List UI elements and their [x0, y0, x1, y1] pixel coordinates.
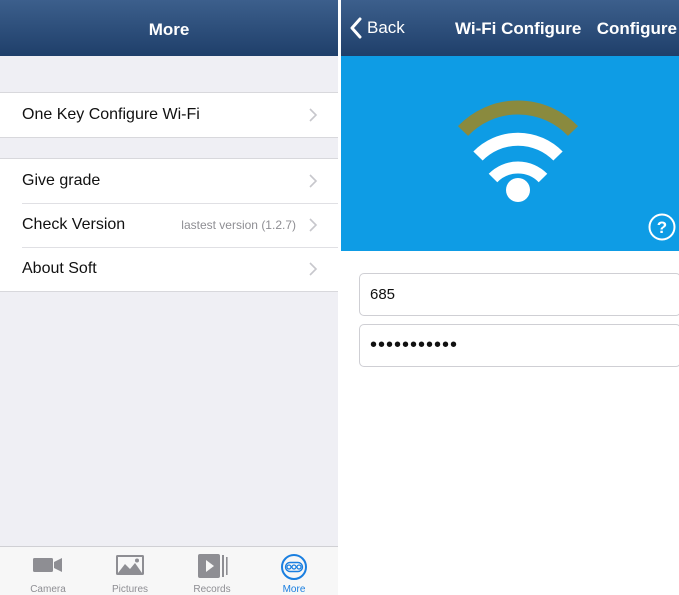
records-icon: [198, 554, 228, 578]
wifi-configure-screen: Back Wi-Fi Configure Configure ?: [341, 0, 679, 595]
settings-group-app: Give grade Check Version lastest version…: [0, 158, 338, 292]
help-icon[interactable]: ?: [648, 213, 676, 241]
tab-label: Records: [193, 584, 231, 595]
navigation-bar: Back Wi-Fi Configure Configure: [341, 0, 679, 56]
menu-item-check-version[interactable]: Check Version lastest version (1.2.7): [0, 203, 338, 247]
wifi-icon: [457, 100, 579, 202]
pictures-icon: [116, 555, 144, 575]
menu-item-label: Check Version: [22, 216, 126, 233]
menu-item-one-key-configure-wifi[interactable]: One Key Configure Wi-Fi: [0, 93, 338, 137]
password-input[interactable]: [359, 324, 679, 367]
menu-item-label: Give grade: [22, 172, 101, 189]
menu-item-about-soft[interactable]: About Soft: [0, 247, 338, 291]
tab-label: Camera: [30, 584, 66, 595]
menu-item-give-grade[interactable]: Give grade: [0, 159, 338, 203]
tab-more[interactable]: More: [252, 547, 336, 595]
tab-pictures[interactable]: Pictures: [88, 547, 172, 595]
chevron-right-icon: [309, 262, 318, 276]
chevron-right-icon: [309, 218, 318, 232]
chevron-left-icon: [350, 17, 362, 39]
more-screen: More One Key Configure Wi-Fi Give grade …: [0, 0, 338, 595]
tab-camera[interactable]: Camera: [6, 547, 90, 595]
more-icon: [281, 554, 307, 580]
camera-icon: [33, 558, 62, 572]
chevron-right-icon: [309, 174, 318, 188]
navigation-bar: More: [0, 0, 338, 56]
back-button[interactable]: Back: [349, 0, 405, 56]
wifi-banner: ?: [341, 56, 679, 251]
page-title: Wi-Fi Configure: [455, 19, 582, 38]
version-detail: lastest version (1.2.7): [181, 218, 296, 232]
svg-text:?: ?: [657, 218, 667, 237]
configure-button[interactable]: Configure: [597, 0, 677, 56]
ssid-input[interactable]: [359, 273, 679, 316]
tab-label: Pictures: [111, 584, 149, 595]
tab-bar: Camera Pictures Records More: [0, 546, 338, 595]
menu-item-label: One Key Configure Wi-Fi: [22, 106, 200, 123]
page-title: More: [148, 20, 190, 39]
chevron-right-icon: [309, 108, 318, 122]
tab-label: More: [282, 584, 306, 595]
settings-group-wifi: One Key Configure Wi-Fi: [0, 92, 338, 138]
back-label: Back: [367, 18, 405, 37]
tab-records[interactable]: Records: [170, 547, 254, 595]
menu-item-label: About Soft: [22, 260, 97, 277]
